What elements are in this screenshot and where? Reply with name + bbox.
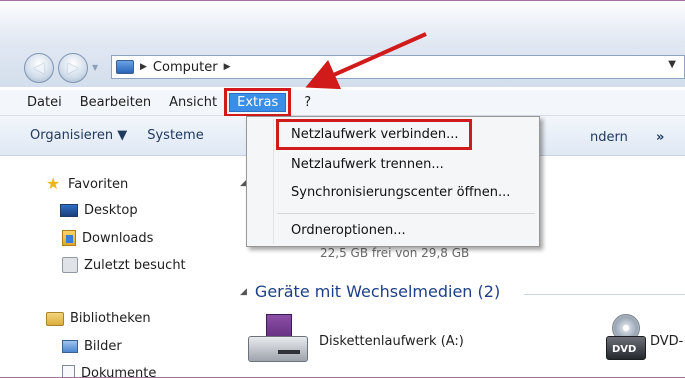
libraries-icon <box>46 311 64 326</box>
sidebar-label: Zuletzt besucht <box>84 257 186 273</box>
computer-icon <box>116 60 134 74</box>
sidebar-libraries-header[interactable]: Bibliotheken <box>46 311 151 326</box>
breadcrumb-separator-icon[interactable]: ▶ <box>140 62 147 72</box>
menu-item-map-network-drive[interactable]: Netzlaufwerk verbinden... <box>291 127 458 142</box>
more-commands-button[interactable]: » <box>656 130 664 145</box>
floppy-drive-label[interactable]: Diskettenlaufwerk (A:) <box>319 334 464 349</box>
sidebar-item-documents[interactable]: Dokumente <box>62 365 157 378</box>
sidebar-item-pictures[interactable]: Bilder <box>62 339 122 354</box>
sidebar-favorites-header[interactable]: ★ Favoriten <box>46 176 128 192</box>
sidebar-label: Downloads <box>82 230 154 246</box>
menu-bearbeiten[interactable]: Bearbeiten <box>71 92 160 113</box>
recent-places-icon <box>62 257 78 273</box>
change-button-partial[interactable]: ndern <box>590 130 628 145</box>
extras-dropdown-menu: Netzlaufwerk verbinden... Netzlaufwerk t… <box>246 116 540 247</box>
organize-button[interactable]: Organisieren ▼ <box>30 128 127 143</box>
group-title: Geräte mit Wechselmedien (2) <box>254 282 501 301</box>
menu-ansicht[interactable]: Ansicht <box>160 92 226 113</box>
window-top <box>0 1 685 47</box>
menu-datei[interactable]: Datei <box>18 92 71 113</box>
menu-bar: Datei Bearbeiten Ansicht Extras ? <box>0 88 685 117</box>
extras-highlight-box: Extras <box>224 88 292 117</box>
group-divider <box>524 294 685 295</box>
menu-separator <box>277 213 535 214</box>
forward-button[interactable]: ▶ <box>58 53 88 83</box>
sidebar-label: Dokumente <box>81 365 157 378</box>
dvd-drive-label[interactable]: DVD- <box>650 334 683 349</box>
desktop-icon <box>60 204 78 217</box>
sidebar-item-downloads[interactable]: Downloads <box>62 230 153 246</box>
recent-pages-dropdown-icon[interactable]: ▼ <box>92 63 102 73</box>
address-field[interactable]: ▶ Computer ▶ ▼ <box>111 55 685 79</box>
drive-slot-shape <box>278 350 300 354</box>
back-arrow-icon: ◀ <box>33 60 45 76</box>
breadcrumb-computer[interactable]: Computer <box>153 60 218 75</box>
documents-icon <box>62 365 75 377</box>
sidebar-item-desktop[interactable]: Desktop <box>60 203 138 218</box>
downloads-folder-icon <box>62 230 76 246</box>
address-dropdown-icon[interactable]: ▼ <box>668 59 676 70</box>
pictures-icon <box>62 340 78 353</box>
floppy-drive-icon[interactable] <box>248 314 308 364</box>
sidebar-label: Favoriten <box>68 176 129 192</box>
drive-base-shape <box>248 336 308 362</box>
back-button[interactable]: ◀ <box>24 53 54 83</box>
sidebar-label: Bibliotheken <box>70 311 151 326</box>
breadcrumb-separator-icon[interactable]: ▶ <box>224 62 231 72</box>
menu-help[interactable]: ? <box>295 92 320 113</box>
sidebar-label: Bilder <box>84 339 122 354</box>
drive-free-space: 22,5 GB frei von 29,8 GB <box>320 246 470 260</box>
menu-item-disconnect-network-drive[interactable]: Netzlaufwerk trennen... <box>291 157 444 172</box>
sidebar-label: Desktop <box>84 203 138 218</box>
star-icon: ★ <box>46 174 61 193</box>
dvd-badge: DVD <box>612 344 637 355</box>
forward-arrow-icon: ▶ <box>67 60 79 76</box>
sidebar-item-recent[interactable]: Zuletzt besucht <box>62 257 186 273</box>
system-properties-button[interactable]: Systeme <box>147 128 203 143</box>
removable-media-group-header[interactable]: ◢ Geräte mit Wechselmedien (2) <box>240 282 500 301</box>
menu-item-folder-options[interactable]: Ordneroptionen... <box>291 223 406 238</box>
menu-extras[interactable]: Extras <box>229 93 287 112</box>
menu-item-sync-center[interactable]: Synchronisierungscenter öffnen... <box>291 185 510 200</box>
dvd-drive-icon[interactable]: DVD <box>606 314 646 364</box>
group-collapse-icon[interactable]: ◢ <box>240 287 247 297</box>
explorer-window: ◀ ▶ ▼ ▶ Computer ▶ ▼ Datei Bearbeiten An… <box>0 0 685 378</box>
menu-gutter <box>273 119 274 244</box>
